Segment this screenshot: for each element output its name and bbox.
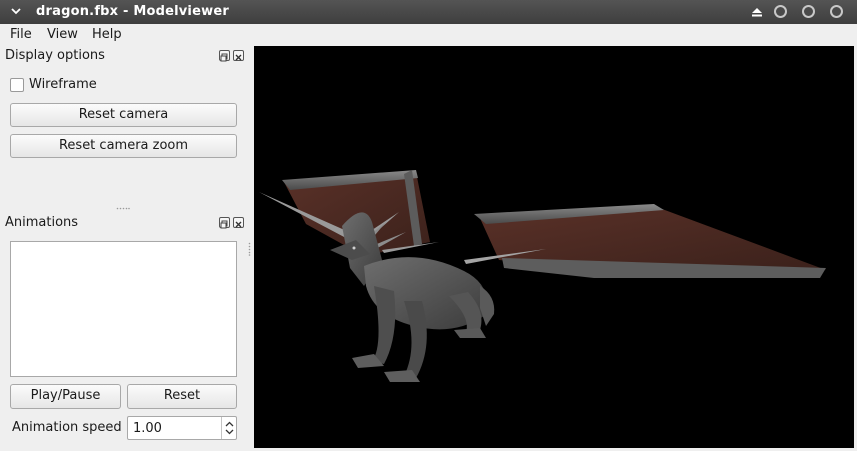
- close-dock-icon[interactable]: [233, 50, 244, 61]
- chevron-up-icon: [225, 421, 234, 427]
- animations-list[interactable]: [10, 241, 237, 377]
- close-dock-icon[interactable]: [233, 217, 244, 228]
- animation-speed-value[interactable]: 1.00: [133, 421, 162, 436]
- dragon-model: [259, 170, 826, 382]
- menubar: File View Help: [0, 24, 857, 46]
- window-title: dragon.fbx - Modelviewer: [36, 4, 229, 19]
- dock-splitter-handle[interactable]: [116, 207, 130, 210]
- wireframe-checkbox[interactable]: [10, 78, 24, 92]
- spin-arrows[interactable]: [221, 417, 236, 439]
- menu-help[interactable]: Help: [92, 27, 122, 42]
- animation-speed-spinbox[interactable]: 1.00: [127, 416, 237, 440]
- menu-file[interactable]: File: [10, 27, 32, 42]
- float-dock-icon[interactable]: [219, 50, 230, 62]
- hind-claw: [454, 328, 486, 338]
- 3d-viewport[interactable]: [254, 46, 854, 448]
- display-options-dock-buttons: [219, 50, 245, 62]
- animations-title: Animations: [5, 215, 79, 230]
- animation-speed-label: Animation speed: [12, 420, 122, 435]
- wireframe-label[interactable]: Wireframe: [29, 77, 97, 92]
- menu-view[interactable]: View: [47, 27, 78, 42]
- maximize-window-button[interactable]: [802, 5, 815, 18]
- animations-dock-buttons: [219, 217, 245, 229]
- close-window-button[interactable]: [830, 5, 843, 18]
- front-leg-right: [404, 301, 427, 378]
- shade-window-icon[interactable]: [751, 6, 763, 18]
- reset-camera-button[interactable]: Reset camera: [10, 103, 237, 127]
- window-titlebar[interactable]: dragon.fbx - Modelviewer: [0, 0, 857, 24]
- dock-resize-handle[interactable]: [248, 242, 251, 256]
- reset-animation-button[interactable]: Reset: [127, 384, 237, 409]
- window-menu-chevron-icon[interactable]: [9, 4, 23, 18]
- chevron-down-icon: [225, 429, 234, 435]
- play-pause-button[interactable]: Play/Pause: [10, 384, 121, 409]
- dragon-eye: [352, 246, 356, 250]
- minimize-window-button[interactable]: [774, 5, 787, 18]
- reset-camera-zoom-button[interactable]: Reset camera zoom: [10, 134, 237, 158]
- display-options-title: Display options: [5, 48, 105, 63]
- float-dock-icon[interactable]: [219, 217, 230, 229]
